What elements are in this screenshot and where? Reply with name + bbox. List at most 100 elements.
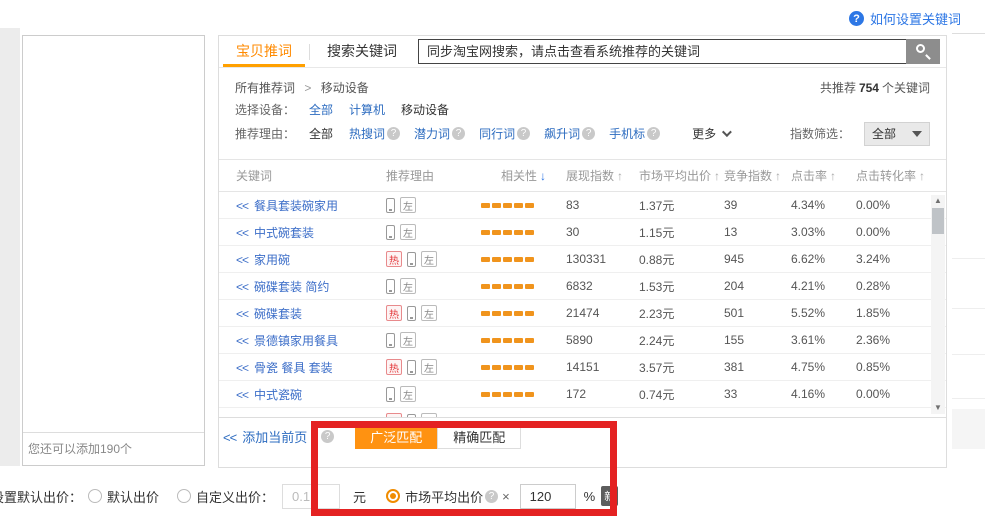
- keyword-link[interactable]: <<碗碟套装 简约: [219, 278, 386, 295]
- avg-price-value: 1.37元: [639, 197, 724, 214]
- competition-value: 39: [724, 198, 791, 212]
- hot-badge-icon: 热: [386, 305, 402, 321]
- reason-mobile-tag-label[interactable]: 手机标: [609, 123, 645, 145]
- help-icon[interactable]: [485, 490, 498, 503]
- reason-option-mobile-tag[interactable]: 手机标: [609, 123, 660, 145]
- keyword-link[interactable]: <<家用碗: [219, 251, 386, 268]
- competition-value: 381: [724, 360, 791, 374]
- help-icon[interactable]: [321, 430, 334, 443]
- search-button[interactable]: [906, 39, 940, 64]
- custom-bid-input[interactable]: [282, 484, 340, 509]
- keyword-link[interactable]: <<骨瓷 餐具 套装: [219, 359, 386, 376]
- reason-option-potential[interactable]: 潜力词: [414, 123, 465, 145]
- add-current-page-link[interactable]: <<添加当前页: [223, 427, 307, 446]
- scroll-down-icon[interactable]: [931, 402, 945, 414]
- keyword-search-box: [418, 39, 940, 64]
- default-bid-label[interactable]: 默认出价: [107, 487, 159, 506]
- divider: [952, 398, 985, 399]
- device-option-pc[interactable]: 计算机: [349, 99, 385, 121]
- help-link-label[interactable]: 如何设置关键词: [870, 9, 961, 28]
- radio-default-bid[interactable]: [88, 489, 102, 503]
- add-arrows-icon: <<: [236, 334, 248, 348]
- sort-asc-icon[interactable]: ↑: [617, 169, 623, 183]
- reason-peer-label[interactable]: 同行词: [479, 123, 515, 145]
- help-icon[interactable]: [387, 127, 400, 140]
- sort-desc-icon[interactable]: ↓: [540, 169, 546, 183]
- mobile-device-icon: [407, 252, 416, 267]
- competition-value: 945: [724, 252, 791, 266]
- mobile-device-icon: [386, 279, 395, 294]
- more-filters-toggle[interactable]: 更多: [692, 123, 729, 145]
- column-header[interactable]: 相关性↓: [481, 167, 566, 184]
- competition-value: 33: [724, 387, 791, 401]
- breadcrumb-row: 所有推荐词 > 移动设备 共推荐754个关键词: [235, 77, 930, 99]
- help-icon[interactable]: [452, 127, 465, 140]
- add-current-page-label[interactable]: 添加当前页: [242, 430, 307, 445]
- tab-item-recommend[interactable]: 宝贝推词: [223, 36, 305, 67]
- match-type-buttons: 广泛匹配 精确匹配: [355, 423, 521, 449]
- help-icon[interactable]: [517, 127, 530, 140]
- avg-price-value: 2.24元: [639, 332, 724, 349]
- market-price-label[interactable]: 市场平均出价: [405, 487, 483, 506]
- vertical-scrollbar[interactable]: [931, 195, 945, 414]
- keyword-link[interactable]: <<碗碟套装: [219, 305, 386, 322]
- tab-search-keywords[interactable]: 搜索关键词: [314, 36, 410, 67]
- percent-input[interactable]: [520, 484, 576, 509]
- more-label[interactable]: 更多: [692, 123, 716, 145]
- tab-bar: 宝贝推词 搜索关键词: [219, 36, 946, 68]
- exact-match-button[interactable]: 精确匹配: [437, 423, 521, 449]
- breadcrumb-parent[interactable]: 所有推荐词: [235, 81, 295, 95]
- competition-value: 501: [724, 306, 791, 320]
- mobile-device-icon: [407, 360, 416, 375]
- help-icon[interactable]: [647, 127, 660, 140]
- left-badge-icon: 左: [400, 278, 416, 294]
- radio-custom-bid[interactable]: [177, 489, 191, 503]
- reason-rising-label[interactable]: 飙升词: [544, 123, 580, 145]
- column-header[interactable]: 展现指数↑: [566, 167, 639, 184]
- add-arrows-icon: <<: [236, 253, 248, 267]
- keyword-search-input[interactable]: [418, 39, 906, 64]
- keyword-link[interactable]: <<中式瓷碗: [219, 386, 386, 403]
- column-header[interactable]: 市场平均出价↑: [639, 167, 724, 184]
- device-option-all[interactable]: 全部: [309, 99, 333, 121]
- reason-icons: 左: [386, 386, 481, 402]
- reason-option-peer[interactable]: 同行词: [479, 123, 530, 145]
- summary-count: 754: [859, 81, 879, 95]
- index-filter-dropdown[interactable]: 全部: [864, 122, 930, 146]
- sort-asc-icon[interactable]: ↑: [714, 169, 720, 183]
- left-badge-icon: 左: [400, 332, 416, 348]
- scroll-up-icon[interactable]: [931, 195, 945, 207]
- device-option-mobile[interactable]: 移动设备: [401, 99, 449, 121]
- mobile-device-icon: [386, 198, 395, 213]
- search-icon: [916, 44, 925, 53]
- scrollbar-thumb[interactable]: [932, 208, 944, 234]
- column-header[interactable]: 点击率↑: [791, 167, 856, 184]
- tab-divider: [309, 44, 310, 60]
- reason-option-hot[interactable]: 热搜词: [349, 123, 400, 145]
- table-row: <<碗碟套装 简约左68321.53元2044.21%0.28%: [219, 273, 946, 300]
- reason-option-all[interactable]: 全部: [309, 123, 333, 145]
- sort-asc-icon[interactable]: ↑: [830, 169, 836, 183]
- market-price-option[interactable]: 市场平均出价: [386, 487, 498, 506]
- reason-option-rising[interactable]: 飙升词: [544, 123, 595, 145]
- sort-asc-icon[interactable]: ↑: [919, 169, 925, 183]
- default-bid-option[interactable]: 默认出价: [88, 487, 159, 506]
- keyword-link[interactable]: <<中式碗套装: [219, 224, 386, 241]
- reason-icons: 热左: [386, 305, 481, 321]
- ctr-value: 5.52%: [791, 306, 856, 320]
- reason-hot-label[interactable]: 热搜词: [349, 123, 385, 145]
- relevance-bars: [481, 365, 566, 370]
- radio-market-price[interactable]: [386, 489, 400, 503]
- sort-asc-icon[interactable]: ↑: [775, 169, 781, 183]
- how-to-set-keywords-link[interactable]: 如何设置关键词: [849, 9, 961, 28]
- new-badge: 新: [601, 486, 618, 506]
- reason-potential-label[interactable]: 潜力词: [414, 123, 450, 145]
- keyword-link[interactable]: <<餐具套装碗家用: [219, 197, 386, 214]
- column-header[interactable]: 竞争指数↑: [724, 167, 791, 184]
- help-icon[interactable]: [582, 127, 595, 140]
- column-header[interactable]: 点击转化率↑: [856, 167, 946, 184]
- keyword-link[interactable]: <<景德镇家用餐具: [219, 332, 386, 349]
- custom-bid-label[interactable]: 自定义出价：: [196, 487, 274, 506]
- broad-match-button[interactable]: 广泛匹配: [355, 423, 437, 449]
- custom-bid-option[interactable]: 自定义出价：: [177, 487, 274, 506]
